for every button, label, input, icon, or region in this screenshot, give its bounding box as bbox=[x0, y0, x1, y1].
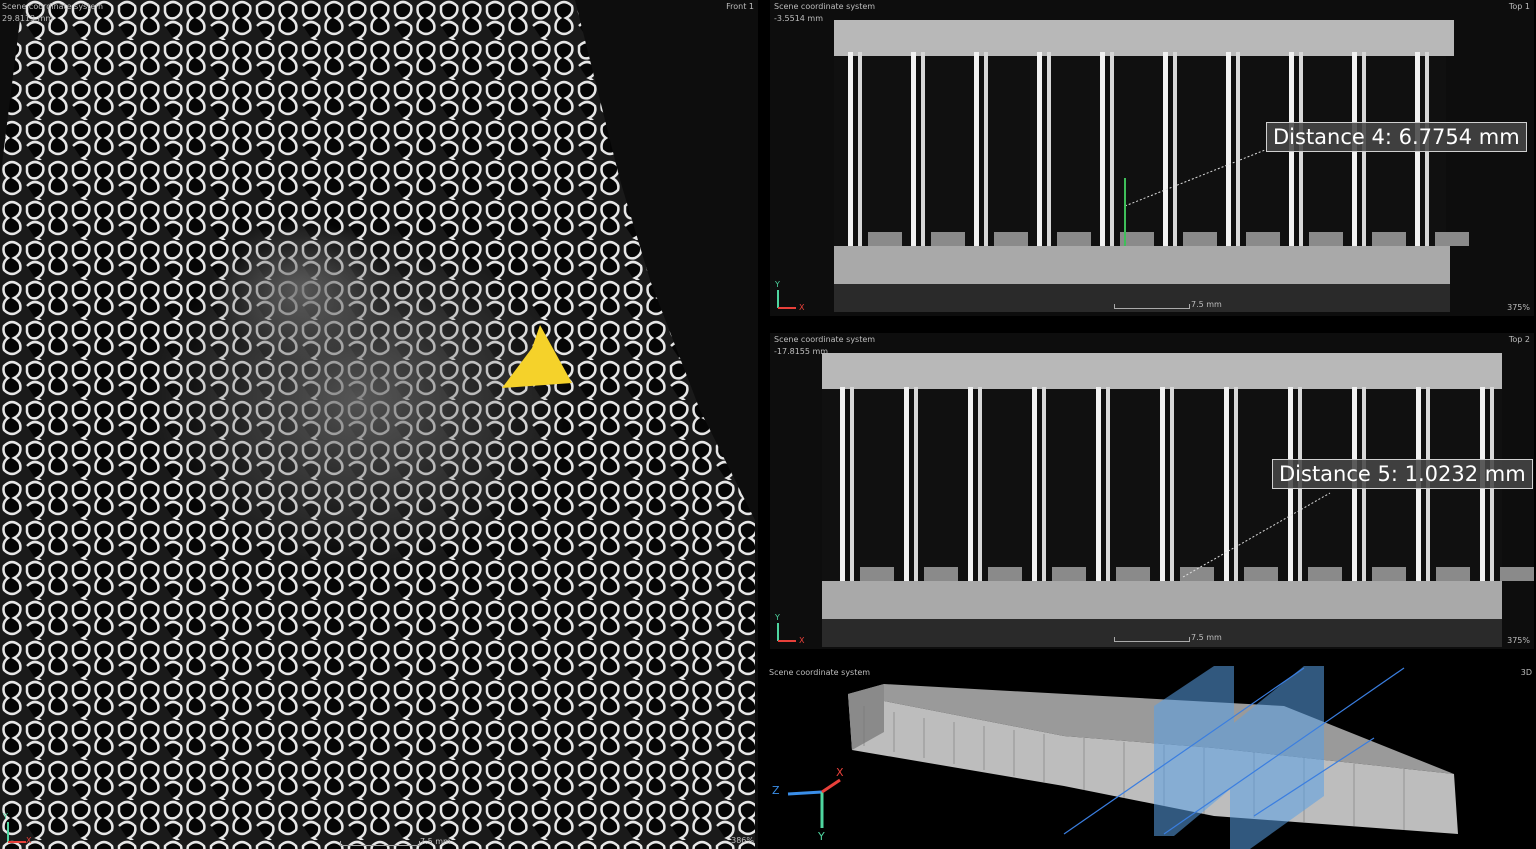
node-bead bbox=[1500, 567, 1534, 581]
3d-view-name: 3D bbox=[1520, 668, 1532, 677]
node-bead bbox=[1116, 567, 1150, 581]
top2-viewport[interactable]: Scene coordinate system -17.8155 mm Top … bbox=[770, 333, 1534, 649]
horizontal-divider-1[interactable] bbox=[764, 318, 1536, 330]
strut-column bbox=[1170, 387, 1174, 581]
strut-column bbox=[984, 52, 988, 246]
axis-triad-top2 bbox=[777, 623, 796, 642]
strut-column bbox=[1037, 52, 1042, 246]
strut-column bbox=[858, 52, 862, 246]
strut-column bbox=[840, 387, 845, 581]
top2-view-name: Top 2 bbox=[1508, 335, 1530, 344]
node-bead bbox=[931, 232, 965, 246]
strut-column bbox=[1106, 387, 1110, 581]
strut-column bbox=[968, 387, 973, 581]
top1-scale-bar bbox=[1114, 304, 1190, 309]
node-bead bbox=[1372, 567, 1406, 581]
node-bead bbox=[1052, 567, 1086, 581]
node-bead bbox=[1308, 567, 1342, 581]
strut-column bbox=[1236, 52, 1240, 246]
strut-column bbox=[1096, 387, 1101, 581]
top2-coord-system: Scene coordinate system bbox=[774, 335, 876, 344]
3d-axis-x-label: X bbox=[836, 766, 844, 779]
front-viewport[interactable]: Scene coordinate system 29.8113 mm Front… bbox=[0, 0, 758, 849]
front-coord-system: Scene coordinate system bbox=[2, 2, 104, 11]
front-view-name: Front 1 bbox=[726, 2, 754, 11]
front-depth: 29.8113 mm bbox=[2, 14, 54, 23]
strut-column bbox=[1160, 387, 1165, 581]
strut-column bbox=[1173, 52, 1177, 246]
node-bead bbox=[860, 567, 894, 581]
top1-coord-system: Scene coordinate system bbox=[774, 2, 876, 11]
front-axis-y-label: Y bbox=[3, 812, 8, 821]
top2-depth: -17.8155 mm bbox=[774, 347, 829, 356]
top1-axis-x-label: X bbox=[799, 303, 805, 312]
strut-column bbox=[1226, 52, 1231, 246]
top1-axis-y-label: Y bbox=[775, 280, 780, 289]
strut-column bbox=[978, 387, 982, 581]
3d-viewport[interactable]: Scene coordinate system 3D Z Y X bbox=[764, 666, 1536, 849]
front-scale-label: 7.5 mm bbox=[420, 837, 451, 846]
node-bead bbox=[1436, 567, 1470, 581]
3d-render bbox=[787, 666, 1458, 849]
strut-column bbox=[914, 387, 918, 581]
front-scale-bar bbox=[340, 841, 420, 846]
top1-zoom: 375% bbox=[1507, 303, 1530, 312]
3d-axis-y-label: Y bbox=[818, 830, 825, 843]
top1-viewport[interactable]: Scene coordinate system -3.5514 mm Top 1… bbox=[770, 0, 1534, 316]
axis-triad-3d bbox=[787, 778, 841, 828]
axis-triad-top1 bbox=[777, 290, 796, 309]
front-slice-image bbox=[0, 0, 755, 849]
strut-column bbox=[1032, 387, 1037, 581]
strut-column bbox=[1224, 387, 1229, 581]
horizontal-divider-2[interactable] bbox=[764, 651, 1536, 663]
node-bead bbox=[1244, 567, 1278, 581]
node-bead bbox=[1435, 232, 1469, 246]
front-zoom: 386% bbox=[731, 836, 754, 845]
strut-column bbox=[1100, 52, 1105, 246]
node-bead bbox=[1183, 232, 1217, 246]
top2-axis-y-label: Y bbox=[775, 613, 780, 622]
vertical-divider[interactable] bbox=[761, 0, 764, 849]
distance-5-label[interactable]: Distance 5: 1.0232 mm bbox=[1272, 459, 1533, 489]
node-bead bbox=[1057, 232, 1091, 246]
strut-column bbox=[1163, 52, 1168, 246]
top2-zoom: 375% bbox=[1507, 636, 1530, 645]
3d-coord-system: Scene coordinate system bbox=[769, 668, 871, 677]
node-bead bbox=[994, 232, 1028, 246]
node-bead bbox=[1372, 232, 1406, 246]
top1-depth: -3.5514 mm bbox=[774, 14, 824, 23]
front-axis-x-label: X bbox=[26, 836, 32, 845]
top1-view-name: Top 1 bbox=[1508, 2, 1530, 11]
strut-column bbox=[848, 52, 853, 246]
distance-4-label[interactable]: Distance 4: 6.7754 mm bbox=[1266, 122, 1527, 152]
top2-scale-bar bbox=[1114, 637, 1190, 642]
top2-slice-image bbox=[777, 353, 1534, 647]
3d-axis-z-label: Z bbox=[772, 784, 780, 797]
strut-column bbox=[850, 387, 854, 581]
top1-slice-image bbox=[777, 20, 1469, 312]
strut-column bbox=[904, 387, 909, 581]
node-bead bbox=[988, 567, 1022, 581]
strut-column bbox=[921, 52, 925, 246]
node-bead bbox=[1246, 232, 1280, 246]
top2-axis-x-label: X bbox=[799, 636, 805, 645]
node-bead bbox=[924, 567, 958, 581]
strut-column bbox=[1047, 52, 1051, 246]
node-bead bbox=[868, 232, 902, 246]
strut-column bbox=[1234, 387, 1238, 581]
strut-column bbox=[1110, 52, 1114, 246]
top2-scale-label: 7.5 mm bbox=[1191, 633, 1222, 642]
node-bead bbox=[1309, 232, 1343, 246]
top1-scale-label: 7.5 mm bbox=[1191, 300, 1222, 309]
strut-column bbox=[911, 52, 916, 246]
strut-column bbox=[974, 52, 979, 246]
strut-column bbox=[1042, 387, 1046, 581]
